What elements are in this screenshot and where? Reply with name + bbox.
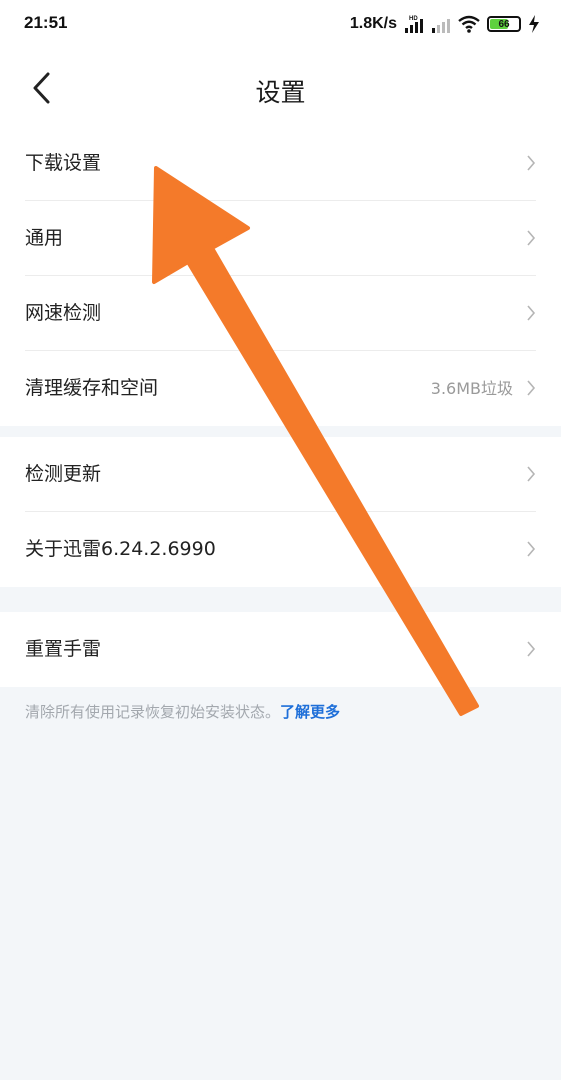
chevron-right-icon (527, 380, 536, 396)
status-bar: 21:51 1.8K/s HD 66 (0, 0, 561, 48)
settings-row-download[interactable]: 下载设置 (0, 126, 561, 201)
settings-row-reset[interactable]: 重置手雷 (0, 612, 561, 687)
learn-more-link[interactable]: 了解更多 (280, 703, 340, 721)
status-indicators: 1.8K/s HD 66 (350, 12, 541, 36)
settings-row-clear-cache[interactable]: 清理缓存和空间 3.6MB垃圾 (0, 351, 561, 426)
chevron-right-icon (527, 641, 536, 657)
settings-row-general[interactable]: 通用 (0, 201, 561, 276)
wifi-icon (458, 15, 480, 33)
reset-description-text: 清除所有使用记录恢复初始安装状态。 (25, 703, 281, 721)
svg-text:HD: HD (409, 16, 418, 22)
battery-level: 66 (498, 18, 510, 30)
row-label: 清理缓存和空间 (25, 377, 159, 399)
chevron-right-icon (527, 541, 536, 557)
cache-size-value: 3.6MB垃圾 (430, 379, 513, 398)
reset-description: 清除所有使用记录恢复初始安装状态。了解更多 (25, 701, 340, 722)
charging-icon (529, 15, 539, 33)
row-label: 重置手雷 (25, 638, 102, 660)
row-label: 通用 (25, 227, 64, 249)
settings-row-check-update[interactable]: 检测更新 (0, 437, 561, 512)
signal-hd-icon: HD (405, 16, 423, 33)
app-header: 设置 (0, 48, 561, 130)
row-label: 下载设置 (25, 152, 102, 174)
settings-group-about: 检测更新 关于迅雷6.24.2.6990 (0, 437, 561, 587)
chevron-right-icon (527, 230, 536, 246)
row-label: 网速检测 (25, 302, 102, 324)
battery-indicator: 66 (487, 16, 521, 32)
chevron-right-icon (527, 466, 536, 482)
chevron-right-icon (527, 155, 536, 171)
settings-row-about[interactable]: 关于迅雷6.24.2.6990 (0, 512, 561, 587)
settings-group-reset: 重置手雷 (0, 612, 561, 687)
status-time: 21:51 (24, 13, 68, 32)
signal-icon (432, 19, 450, 33)
chevron-right-icon (527, 305, 536, 321)
row-label: 关于迅雷6.24.2.6990 (25, 538, 216, 560)
settings-screen: 21:51 1.8K/s HD 66 设置 下载设置 通用 网速检测 清理缓存和… (0, 0, 561, 1080)
page-title: 设置 (255, 78, 306, 107)
settings-row-speed-test[interactable]: 网速检测 (0, 276, 561, 351)
network-speed: 1.8K/s (349, 15, 397, 32)
settings-group-general: 下载设置 通用 网速检测 清理缓存和空间 3.6MB垃圾 (0, 126, 561, 426)
row-label: 检测更新 (25, 463, 102, 485)
